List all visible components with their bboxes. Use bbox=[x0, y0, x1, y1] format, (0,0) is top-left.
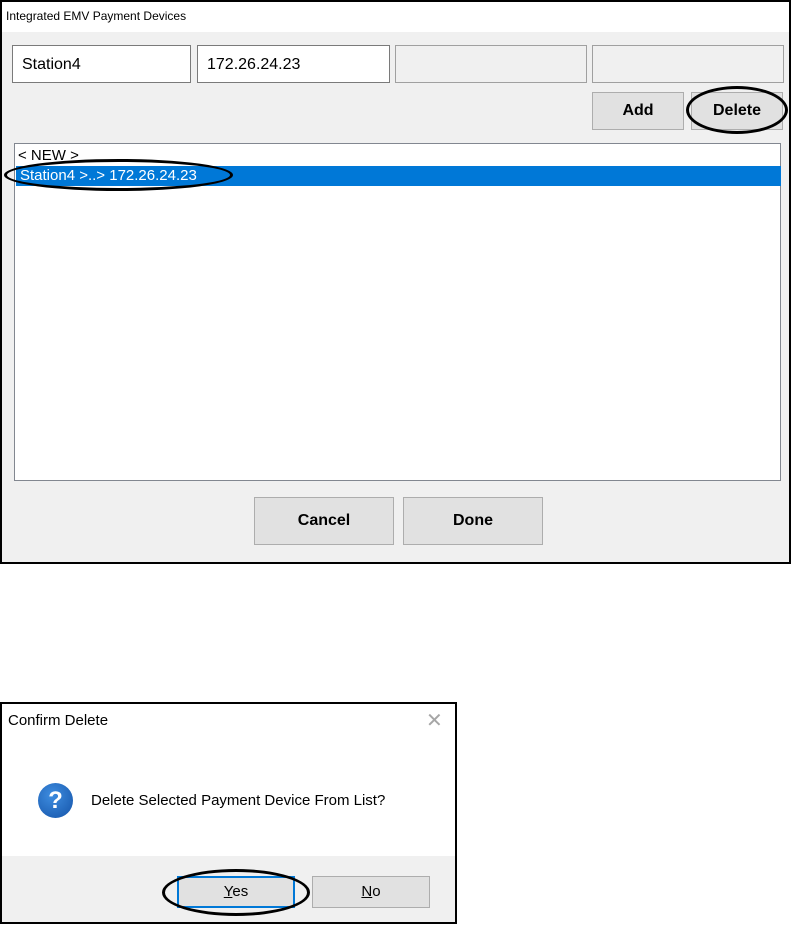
dialog-title: Confirm Delete bbox=[8, 712, 109, 729]
add-button[interactable]: Add bbox=[592, 92, 684, 130]
yes-label-rest: es bbox=[232, 883, 249, 900]
list-item-new[interactable]: < NEW > bbox=[18, 147, 79, 164]
extra-field-2 bbox=[592, 45, 784, 83]
close-icon[interactable]: ✕ bbox=[426, 708, 443, 733]
done-button[interactable]: Done bbox=[403, 497, 543, 545]
question-icon: ? bbox=[38, 783, 73, 818]
station-name-field[interactable]: Station4 bbox=[12, 45, 191, 83]
ip-address-field[interactable]: 172.26.24.23 bbox=[197, 45, 390, 83]
no-mnemonic: N bbox=[361, 883, 373, 900]
extra-field-1 bbox=[395, 45, 587, 83]
delete-button[interactable]: Delete bbox=[691, 92, 783, 130]
no-button[interactable]: No bbox=[312, 876, 430, 908]
devices-list[interactable]: < NEW > Station4 >..> 172.26.24.23 bbox=[14, 143, 781, 481]
window-title: Integrated EMV Payment Devices bbox=[6, 9, 187, 23]
no-label-rest: o bbox=[372, 883, 381, 900]
cancel-button[interactable]: Cancel bbox=[254, 497, 394, 545]
confirm-message: Delete Selected Payment Device From List… bbox=[91, 792, 386, 809]
list-item-label: Station4 >..> 172.26.24.23 bbox=[20, 167, 197, 184]
list-item-selected[interactable]: Station4 >..> 172.26.24.23 bbox=[16, 166, 781, 186]
title-bar: Integrated EMV Payment Devices bbox=[2, 2, 789, 32]
payment-devices-window: Integrated EMV Payment Devices Station4 … bbox=[0, 0, 791, 564]
yes-button[interactable]: Yes bbox=[177, 876, 295, 908]
confirm-delete-dialog: Confirm Delete ✕ ? Delete Selected Payme… bbox=[0, 702, 457, 924]
